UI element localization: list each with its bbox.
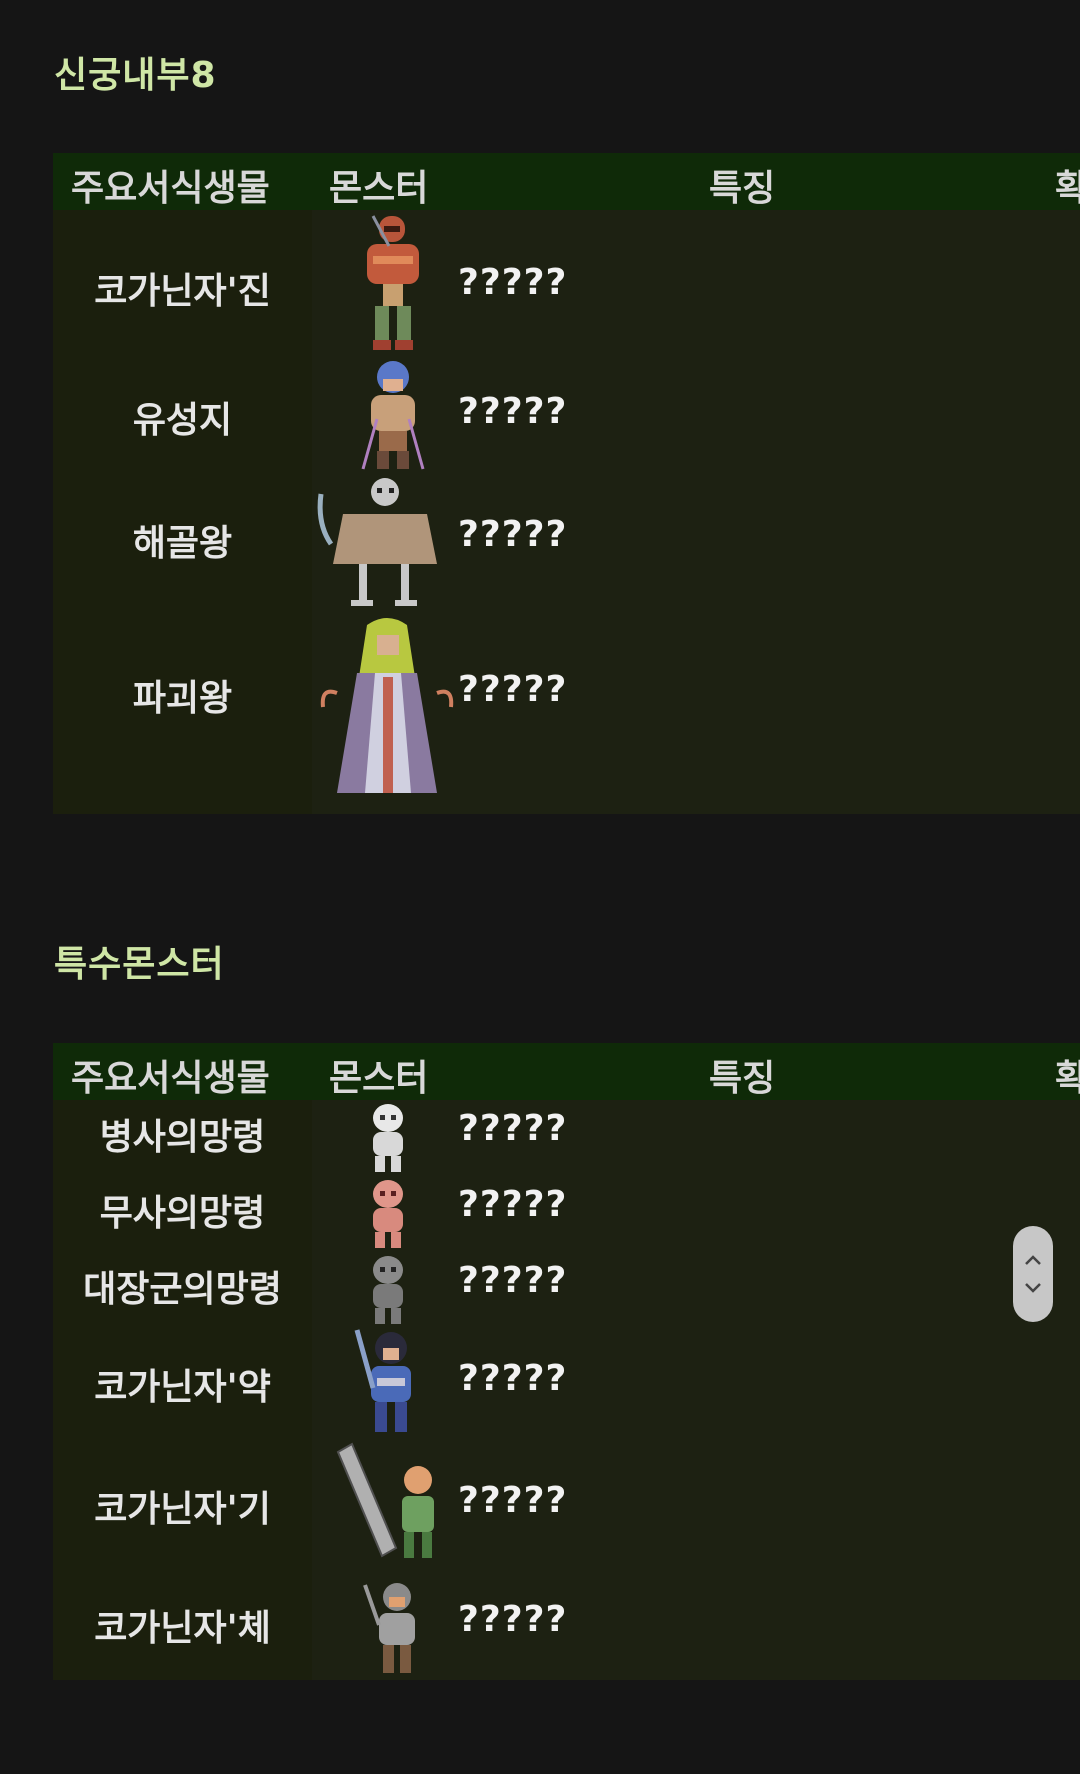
monster-feature: ????? (458, 262, 568, 303)
monster-name: 코가닌자'진 (94, 271, 271, 312)
ninja-sprite (363, 1583, 415, 1673)
monster-name: 코가닌자'약 (94, 1367, 271, 1408)
scroll-up-icon[interactable] (1023, 1254, 1043, 1266)
ninja-sprite (367, 215, 419, 350)
table-row: 해골왕 ????? (53, 474, 1080, 617)
monster-name: 파괴왕 (132, 678, 233, 719)
monster-feature: ????? (458, 669, 568, 710)
section-title-shrine: 신궁내부8 (54, 55, 217, 96)
table-row: 파괴왕 ????? (53, 617, 1080, 814)
monster-feature: ????? (458, 1358, 568, 1399)
header-monster: 몬스터 (329, 1058, 429, 1099)
ghost-sprite (373, 1104, 403, 1172)
scroll-down-icon[interactable] (1023, 1282, 1043, 1294)
ninja-sprite (336, 1442, 434, 1558)
table-row: 병사의망령 ????? (53, 1100, 1080, 1176)
monster-feature: ????? (458, 1108, 568, 1149)
table-row: 무사의망령 ????? (53, 1176, 1080, 1252)
table-header: 주요서식생물 몬스터 특징 확 (53, 1043, 1080, 1100)
table-row: 유성지 ????? (53, 359, 1080, 474)
header-habitat: 주요서식생물 (71, 168, 270, 209)
header-extra: 확 (1055, 168, 1080, 209)
header-extra: 확 (1055, 1058, 1080, 1099)
table-row: 대장군의망령 ????? (53, 1252, 1080, 1328)
header-habitat: 주요서식생물 (71, 1058, 270, 1099)
header-feature: 특징 (709, 1058, 776, 1099)
meteor-sprite (361, 361, 425, 470)
section-title-special: 특수몬스터 (54, 944, 225, 985)
monster-feature: ????? (458, 1260, 568, 1301)
monster-feature: ????? (458, 1599, 568, 1640)
monster-name: 코가닌자'기 (94, 1489, 271, 1530)
scroll-control[interactable] (1013, 1226, 1053, 1322)
table-header: 주요서식생물 몬스터 특징 확 (53, 153, 1080, 210)
table-row: 코가닌자'약 ????? (53, 1328, 1080, 1440)
monster-name: 병사의망령 (99, 1117, 266, 1158)
monster-name: 무사의망령 (99, 1193, 266, 1234)
ghost-sprite (373, 1256, 403, 1324)
header-feature: 특징 (709, 168, 776, 209)
table-row: 코가닌자'진 ????? (53, 210, 1080, 359)
table-row: 코가닌자'기 ????? (53, 1440, 1080, 1575)
monster-name: 코가닌자'체 (94, 1608, 271, 1649)
destroyer-king-sprite (320, 618, 454, 793)
monster-name: 해골왕 (132, 523, 233, 564)
monster-table-shrine: 주요서식생물 몬스터 특징 확 코가닌자'진 ????? 유성지 ????? 해… (53, 153, 1080, 814)
monster-name: 대장군의망령 (83, 1269, 282, 1310)
monster-name: 유성지 (132, 400, 233, 441)
skeleton-king-sprite (317, 478, 437, 606)
header-monster: 몬스터 (329, 168, 429, 209)
table-row: 코가닌자'체 ????? (53, 1575, 1080, 1680)
monster-feature: ????? (458, 391, 568, 432)
ghost-sprite (373, 1180, 403, 1248)
monster-feature: ????? (458, 514, 568, 555)
monster-feature: ????? (458, 1184, 568, 1225)
monster-feature: ????? (458, 1480, 568, 1521)
ninja-sprite (354, 1329, 411, 1432)
monster-table-special: 주요서식생물 몬스터 특징 확 병사의망령 ????? 무사의망령 ????? … (53, 1043, 1080, 1680)
